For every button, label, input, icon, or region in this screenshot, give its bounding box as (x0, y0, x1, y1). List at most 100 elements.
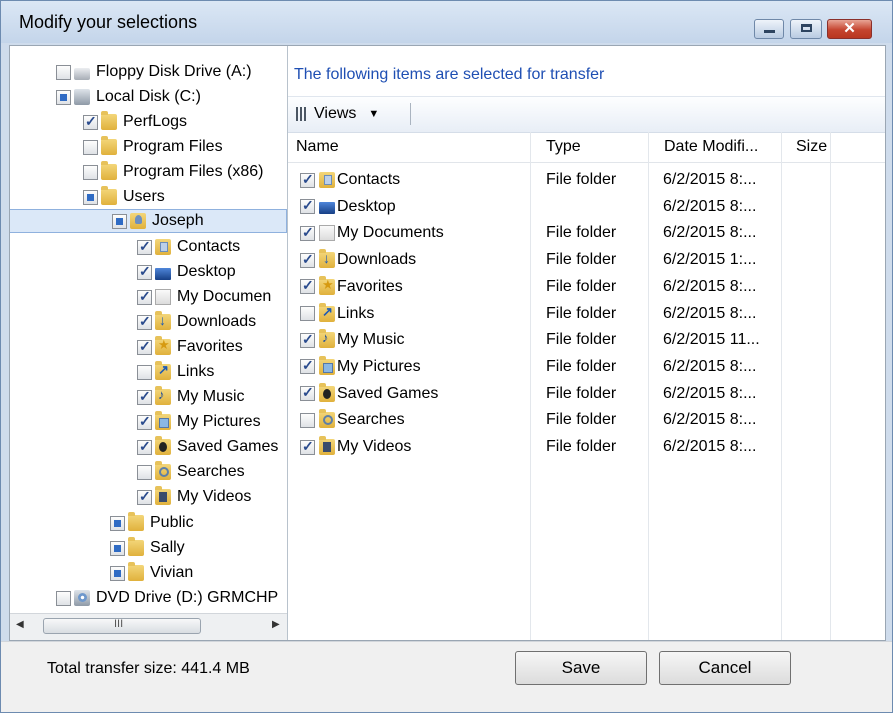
tree-item[interactable]: Program Files (83, 135, 223, 159)
column-header-date-modified[interactable]: Date Modifi... (656, 132, 786, 162)
list-item[interactable]: Searches File folder 6/2/2015 8:... (288, 407, 885, 433)
tree-item-checkbox[interactable] (137, 263, 152, 280)
tree-item[interactable]: Local Disk (C:) (56, 85, 201, 109)
tree-item-checkbox[interactable] (137, 438, 152, 455)
scroll-right-arrow-icon[interactable]: ▶ (272, 619, 280, 630)
list-item[interactable]: My Documents File folder 6/2/2015 8:... (288, 220, 885, 246)
list-item-name: Desktop (337, 197, 396, 215)
list-item-name-cell: Links (300, 301, 374, 327)
tree-item-checkbox[interactable] (56, 89, 71, 105)
tree-item-label: Users (123, 188, 165, 205)
tree-item-checkbox[interactable] (137, 238, 152, 255)
music-folder-icon (319, 329, 335, 349)
list-item-name: My Documents (337, 224, 444, 242)
list-item[interactable]: My Videos File folder 6/2/2015 8:... (288, 434, 885, 460)
tree-item[interactable]: Program Files (x86) (83, 160, 263, 184)
tree-horizontal-scrollbar[interactable]: ◀ III ▶ (10, 613, 287, 640)
list-item[interactable]: Saved Games File folder 6/2/2015 8:... (288, 381, 885, 407)
tree-item-checkbox[interactable] (112, 213, 127, 229)
list-item-checkbox[interactable] (300, 384, 315, 402)
list-item-checkbox[interactable] (300, 331, 315, 348)
tree-item[interactable]: Links (137, 360, 214, 384)
list-item[interactable]: My Music File folder 6/2/2015 11... (288, 327, 885, 353)
tree-item-checkbox[interactable] (110, 540, 125, 556)
tree-item[interactable]: DVD Drive (D:) GRMCHP (56, 586, 278, 610)
tree-item-label: Sally (150, 539, 185, 556)
tree-item-checkbox[interactable] (56, 64, 71, 80)
list-item[interactable]: My Pictures File folder 6/2/2015 8:... (288, 354, 885, 380)
column-header-type[interactable]: Type (538, 132, 656, 162)
tree-item-checkbox[interactable] (137, 388, 152, 405)
tree-item-checkbox[interactable] (137, 288, 152, 305)
tree-item[interactable]: My Documen (137, 285, 271, 309)
list-item[interactable]: Desktop 6/2/2015 8:... (288, 194, 885, 220)
tree-item[interactable]: Saved Games (137, 435, 278, 459)
list-item-checkbox[interactable] (300, 197, 315, 215)
tree-item[interactable]: My Pictures (137, 410, 261, 434)
tree-item-label: Downloads (177, 313, 257, 330)
tree-item[interactable]: Joseph (10, 209, 287, 233)
scroll-left-arrow-icon[interactable]: ◀ (16, 619, 24, 630)
tree-item[interactable]: Searches (137, 460, 245, 484)
tree-item-checkbox[interactable] (83, 113, 98, 130)
selection-pane: The following items are selected for tra… (288, 46, 885, 640)
maximize-button[interactable] (790, 19, 822, 39)
links-folder-icon (319, 302, 335, 322)
list-item-date-modified: 6/2/2015 8:... (663, 438, 757, 455)
tree-item-checkbox[interactable] (137, 488, 152, 505)
list-item[interactable]: Contacts File folder 6/2/2015 8:... (288, 167, 885, 193)
tree-item[interactable]: Downloads (137, 310, 256, 334)
tree-item-checkbox[interactable] (83, 139, 98, 155)
tree-item[interactable]: My Videos (137, 485, 251, 509)
list-item-checkbox[interactable] (300, 251, 315, 268)
tree-item[interactable]: My Music (137, 385, 245, 409)
list-item-checkbox[interactable] (300, 357, 315, 375)
folder-icon (128, 512, 144, 531)
column-header-name[interactable]: Name (296, 132, 522, 162)
list-item-checkbox[interactable] (300, 412, 315, 428)
list-item-date-modified: 6/2/2015 8:... (663, 411, 757, 429)
tree-item-checkbox[interactable] (110, 565, 125, 581)
tree-item-label: Public (150, 514, 194, 531)
views-button[interactable]: Views ▼ (296, 102, 379, 126)
list-item-type: File folder (546, 438, 617, 455)
list-item-checkbox[interactable] (300, 306, 315, 321)
tree-item[interactable]: Desktop (137, 260, 236, 284)
tree-item[interactable]: Sally (110, 536, 185, 560)
save-button[interactable]: Save (515, 651, 647, 685)
list-item-checkbox[interactable] (300, 171, 315, 188)
tree-item-label: My Documen (177, 288, 272, 305)
tree-item[interactable]: Floppy Disk Drive (A:) (56, 60, 252, 84)
tree-item[interactable]: Favorites (137, 335, 243, 359)
cancel-button[interactable]: Cancel (659, 651, 791, 685)
tree-item[interactable]: Contacts (137, 235, 240, 259)
title-bar[interactable]: Modify your selections ✕ (1, 1, 892, 43)
list-item-type: File folder (546, 171, 617, 188)
tree-item-checkbox[interactable] (137, 338, 152, 355)
tree-item-checkbox[interactable] (56, 590, 71, 606)
tree-item-checkbox[interactable] (137, 413, 152, 430)
list-item[interactable]: Favorites File folder 6/2/2015 8:... (288, 274, 885, 300)
scroll-thumb[interactable]: III (43, 618, 201, 634)
tree-item-checkbox[interactable] (137, 464, 152, 480)
floppy-drive-icon (74, 68, 90, 80)
minimize-button[interactable] (754, 19, 784, 39)
list-item[interactable]: Links File folder 6/2/2015 8:... (288, 301, 885, 327)
close-button[interactable]: ✕ (827, 19, 872, 39)
tree-item[interactable]: Users (83, 185, 165, 209)
list-item-checkbox[interactable] (300, 277, 315, 295)
list-item-name-cell: My Videos (300, 434, 411, 460)
tree-item[interactable]: PerfLogs (83, 110, 187, 134)
close-icon: ✕ (843, 20, 856, 37)
tree-item-checkbox[interactable] (110, 515, 125, 531)
tree-item[interactable]: Vivian (110, 561, 193, 585)
list-item-checkbox[interactable] (300, 224, 315, 241)
tree-item-checkbox[interactable] (137, 313, 152, 330)
list-item-checkbox[interactable] (300, 438, 315, 455)
tree-item-checkbox[interactable] (83, 164, 98, 180)
tree-item[interactable]: Public (110, 511, 194, 535)
tree-item-checkbox[interactable] (83, 189, 98, 205)
tree-item-checkbox[interactable] (137, 364, 152, 380)
list-item[interactable]: Downloads File folder 6/2/2015 1:... (288, 247, 885, 273)
desktop-icon (319, 202, 335, 215)
